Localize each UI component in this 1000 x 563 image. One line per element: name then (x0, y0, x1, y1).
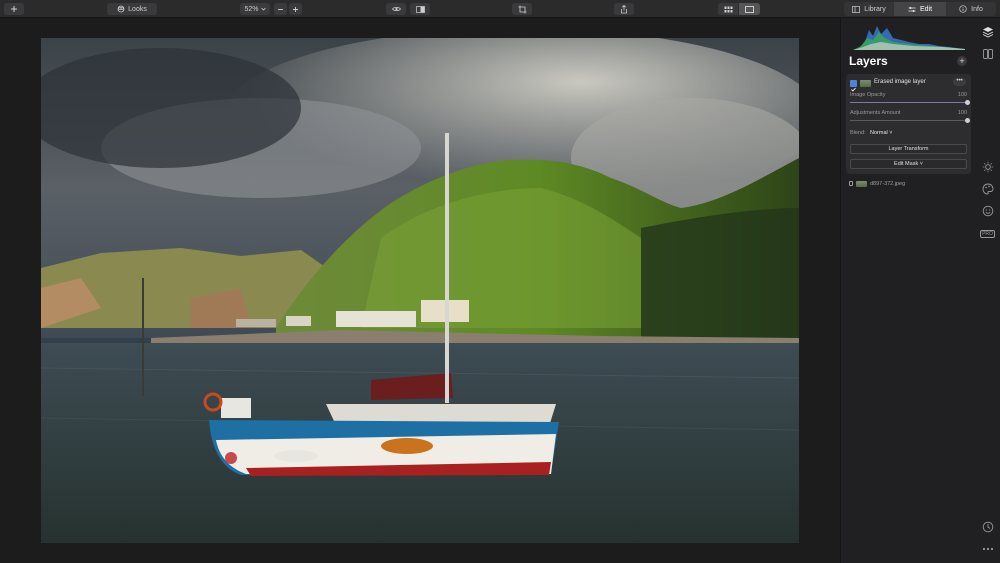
looks-button[interactable]: Looks (107, 3, 157, 15)
share-icon (621, 4, 627, 13)
plus-icon (11, 6, 17, 12)
history-icon (982, 521, 993, 532)
pro-icon: PRO (980, 229, 995, 238)
base-layer-name: d897-372.jpeg (870, 180, 906, 187)
essentials-tool-button[interactable] (981, 160, 994, 173)
layers-panel: Layers + Erased image layer ••• Image Op… (840, 18, 975, 563)
minus-icon (278, 8, 283, 10)
preview-button[interactable] (386, 3, 406, 15)
image-opacity-knob[interactable] (964, 100, 970, 105)
plus-icon (293, 6, 298, 12)
adjustments-amount-value: 100 (957, 110, 967, 116)
image-opacity-fill (850, 102, 967, 103)
more-icon (982, 547, 993, 550)
tab-info-label: Info (971, 5, 983, 13)
zoom-value: 52% (244, 5, 259, 13)
crop-button[interactable] (512, 3, 532, 15)
share-button[interactable] (614, 3, 634, 15)
lock-icon (849, 181, 853, 186)
zoom-select[interactable]: 52% (240, 3, 270, 15)
compare-button[interactable] (410, 3, 430, 15)
single-view-button[interactable] (739, 3, 760, 15)
more-options-button[interactable] (981, 542, 994, 555)
history-button[interactable] (981, 520, 994, 533)
plus-icon: + (959, 56, 965, 66)
layer-visibility-checkbox[interactable] (850, 80, 857, 92)
tab-edit[interactable]: Edit (894, 2, 946, 16)
add-layer-button[interactable]: + (957, 56, 967, 66)
image-opacity-value: 100 (957, 92, 967, 98)
looks-label: Looks (128, 5, 147, 13)
histogram (853, 26, 965, 50)
layer-transform-button[interactable]: Layer Transform (850, 144, 967, 154)
mode-tabs: Library Edit Info (844, 2, 996, 16)
portrait-tool-button[interactable] (981, 204, 994, 217)
sun-icon (982, 161, 993, 172)
base-layer-row[interactable]: d897-372.jpeg (849, 179, 905, 188)
top-toolbar: Looks 52% Library Edit Info (0, 0, 1000, 18)
image-opacity-label: Image Opacity (850, 92, 886, 98)
image-opacity-slider[interactable] (850, 100, 970, 105)
grid-icon (724, 6, 732, 12)
active-layer-card[interactable]: Erased image layer ••• Image Opacity 100… (846, 74, 971, 174)
base-layer-thumbnail (856, 180, 867, 187)
layers-title: Layers (849, 54, 888, 68)
adjustments-amount-fill (850, 120, 967, 121)
grid-view-button[interactable] (718, 3, 738, 15)
app-window: Looks 52% Library Edit Info Layers + Era… (0, 0, 1000, 563)
view-mode-toggle (718, 3, 760, 15)
layer-more-button[interactable]: ••• (953, 78, 966, 86)
zoom-in-button[interactable] (289, 3, 302, 15)
sliders-icon (908, 6, 916, 12)
canvas-area[interactable] (0, 18, 840, 563)
photo-preview[interactable] (41, 38, 799, 543)
photo-image (41, 38, 799, 543)
tab-library[interactable]: Library (844, 2, 894, 16)
blend-label: Blend: (850, 130, 866, 136)
looks-icon (117, 5, 125, 13)
tab-info[interactable]: Info (946, 2, 996, 16)
layer-name: Erased image layer (874, 79, 926, 85)
crop-icon (518, 5, 526, 13)
tab-edit-label: Edit (919, 5, 933, 13)
blend-mode-select[interactable]: Normal ˅ (870, 130, 892, 136)
chevron-down-icon (260, 7, 266, 11)
edit-mask-button[interactable]: Edit Mask ˅ (850, 159, 967, 169)
adjustments-amount-label: Adjustments Amount (850, 110, 901, 116)
compare-icon (415, 5, 425, 13)
face-icon (982, 205, 993, 216)
palette-icon (982, 183, 993, 194)
adjustments-amount-knob[interactable] (964, 118, 970, 123)
library-icon (852, 5, 861, 13)
add-button[interactable] (4, 3, 24, 15)
single-view-icon (745, 5, 754, 13)
layer-thumbnail (860, 80, 871, 87)
info-icon (959, 5, 967, 13)
layers-icon (982, 26, 993, 38)
eye-icon (391, 7, 401, 11)
tools-sidebar: PRO (975, 18, 1000, 563)
pro-tool-button[interactable]: PRO (980, 227, 995, 240)
panels-icon (982, 48, 993, 59)
creative-tool-button[interactable] (981, 182, 994, 195)
zoom-out-button[interactable] (274, 3, 287, 15)
panels-tool-button[interactable] (981, 47, 994, 60)
adjustments-amount-slider[interactable] (850, 118, 970, 123)
tab-library-label: Library (864, 5, 886, 13)
layers-tool-button[interactable] (981, 25, 994, 38)
